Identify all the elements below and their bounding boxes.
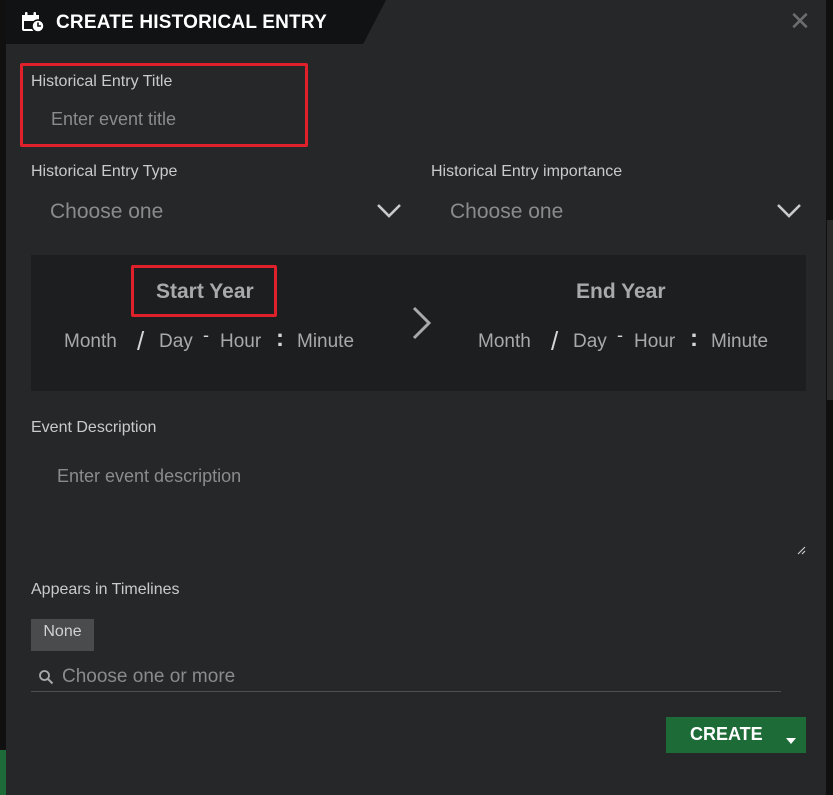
dialog-title-bar: CREATE HISTORICAL ENTRY [6, 0, 386, 44]
date-dash: - [203, 325, 209, 345]
resize-grip-icon[interactable] [796, 542, 806, 555]
end-minute-input[interactable]: Minute [711, 331, 768, 353]
time-colon: : [690, 325, 698, 352]
timelines-search [31, 664, 781, 692]
backdrop-edge [827, 220, 833, 400]
entry-type-select[interactable]: Choose one [50, 196, 405, 232]
description-textarea[interactable]: Enter event description [31, 450, 806, 555]
end-hour-input[interactable]: Hour [634, 331, 675, 353]
end-day-input[interactable]: Day [573, 331, 607, 353]
entry-importance-value: Choose one [450, 200, 564, 223]
start-minute-input[interactable]: Minute [297, 331, 354, 353]
start-year-input[interactable]: Start Year [156, 280, 254, 304]
date-slash: / [551, 326, 559, 356]
end-year-input[interactable]: End Year [576, 280, 666, 304]
date-dash: - [617, 325, 623, 345]
timelines-search-input[interactable] [62, 666, 662, 688]
entry-type-label: Historical Entry Type [31, 163, 178, 180]
start-hour-input[interactable]: Hour [220, 331, 261, 353]
description-label: Event Description [31, 419, 157, 436]
date-slash: / [137, 326, 145, 356]
end-month-input[interactable]: Month [478, 331, 531, 353]
dialog-title: CREATE HISTORICAL ENTRY [56, 12, 327, 33]
entry-importance-select[interactable]: Choose one [450, 196, 805, 232]
create-entry-dialog: CREATE HISTORICAL ENTRY ✕ Historical Ent… [6, 0, 826, 795]
timeline-chip-none[interactable]: None [31, 619, 94, 651]
chevron-down-icon [776, 202, 802, 220]
chevron-down-icon [376, 202, 402, 220]
entry-title-label: Historical Entry Title [31, 73, 173, 90]
start-month-input[interactable]: Month [64, 331, 117, 353]
date-range-panel: Start Year Month / Day - Hour : Minute E… [31, 255, 806, 391]
create-button[interactable]: CREATE [666, 717, 806, 753]
description-placeholder: Enter event description [57, 466, 242, 486]
search-icon [38, 669, 54, 685]
entry-importance-label: Historical Entry importance [431, 163, 623, 180]
caret-down-icon[interactable] [786, 732, 796, 744]
close-icon[interactable]: ✕ [788, 8, 812, 34]
time-colon: : [276, 325, 284, 352]
chevron-right-icon [409, 305, 435, 341]
entry-title-input[interactable]: Enter event title [51, 109, 176, 130]
start-day-input[interactable]: Day [159, 331, 193, 353]
calendar-clock-icon [21, 11, 45, 33]
timelines-label: Appears in Timelines [31, 581, 180, 598]
entry-type-value: Choose one [50, 200, 164, 223]
create-button-label: CREATE [690, 724, 763, 744]
